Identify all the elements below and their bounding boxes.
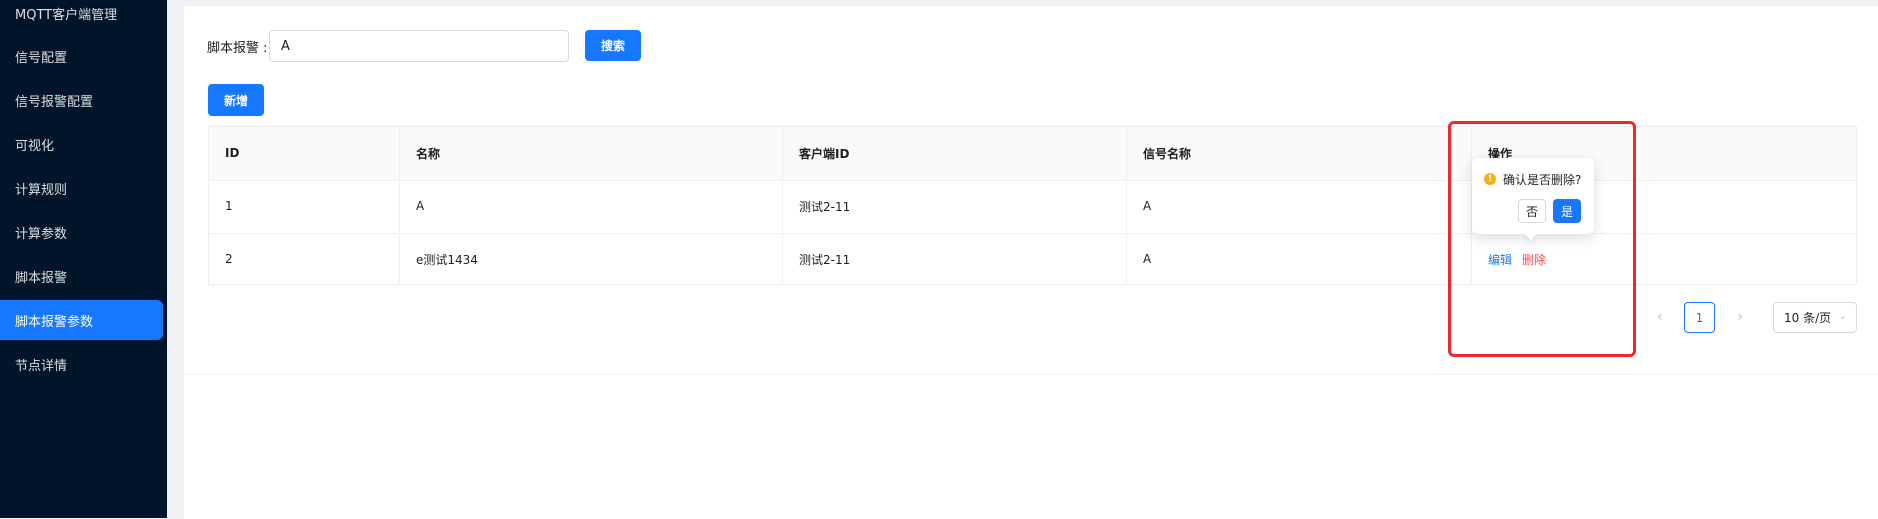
sidebar-item-script-alarm[interactable]: 脚本报警 <box>0 256 163 296</box>
edit-link[interactable]: 编辑 <box>1488 251 1512 268</box>
column-header-id: ID <box>209 127 400 179</box>
sidebar-item-calc-params[interactable]: 计算参数 <box>0 212 163 252</box>
table-row: 1 A 测试2-11 A 编辑 删除 <box>209 180 1856 234</box>
table-row: 2 e测试1434 测试2-11 A 编辑 删除 <box>209 233 1856 286</box>
sidebar-item-signal-config[interactable]: 信号配置 <box>0 36 163 76</box>
cell-id: 1 <box>209 180 400 232</box>
cell-name: A <box>400 180 783 232</box>
cell-name: e测试1434 <box>400 233 783 285</box>
sidebar: MQTT客户端管理 信号配置 信号报警配置 可视化 计算规则 计算参数 脚本报警… <box>0 0 167 518</box>
delete-link[interactable]: 删除 <box>1522 251 1546 268</box>
sidebar-item-script-alarm-params[interactable]: 脚本报警参数 <box>0 300 163 340</box>
exclamation-circle-icon: ! <box>1484 173 1496 185</box>
add-button[interactable]: 新增 <box>208 84 264 116</box>
sidebar-item-node-details[interactable]: 节点详情 <box>0 344 163 384</box>
sidebar-item-signal-alarm-config[interactable]: 信号报警配置 <box>0 80 163 120</box>
cell-signal-name: A <box>1127 180 1472 232</box>
sidebar-item-visualization[interactable]: 可视化 <box>0 124 163 164</box>
search-label: 脚本报警 : <box>207 41 268 56</box>
table-header-row: ID 名称 客户端ID 信号名称 操作 <box>209 127 1856 181</box>
column-header-name: 名称 <box>400 127 783 179</box>
page-number-button[interactable]: 1 <box>1684 302 1715 333</box>
chevron-down-icon: ⌄ <box>1838 311 1847 322</box>
page-size-value: 10 条/页 <box>1784 311 1832 325</box>
page-size-select[interactable]: 10 条/页 ⌄ <box>1773 302 1857 333</box>
column-header-signal-name: 信号名称 <box>1127 127 1472 179</box>
cell-client-id: 测试2-11 <box>783 180 1127 232</box>
sidebar-item-mqtt-client[interactable]: MQTT客户端管理 <box>0 0 163 33</box>
popconfirm-title: 确认是否删除? <box>1503 173 1582 187</box>
cell-client-id: 测试2-11 <box>783 233 1127 285</box>
sidebar-item-calc-rules[interactable]: 计算规则 <box>0 168 163 208</box>
content-lower-area <box>184 374 1878 519</box>
cell-signal-name: A <box>1127 233 1472 285</box>
prev-page-button[interactable]: ‹ <box>1648 302 1672 332</box>
search-input[interactable] <box>269 30 569 62</box>
cell-actions: 编辑 删除 <box>1472 233 1856 285</box>
column-header-client-id: 客户端ID <box>783 127 1127 179</box>
next-page-button[interactable]: › <box>1728 302 1752 332</box>
confirm-button[interactable]: 是 <box>1553 199 1581 223</box>
delete-popconfirm: ! 确认是否删除? 否 是 <box>1472 158 1594 241</box>
cell-id: 2 <box>209 233 400 285</box>
cancel-button[interactable]: 否 <box>1518 199 1546 223</box>
search-button[interactable]: 搜索 <box>585 30 641 61</box>
data-table: ID 名称 客户端ID 信号名称 操作 1 A 测试2-11 A 编辑 删除 2… <box>208 126 1857 285</box>
